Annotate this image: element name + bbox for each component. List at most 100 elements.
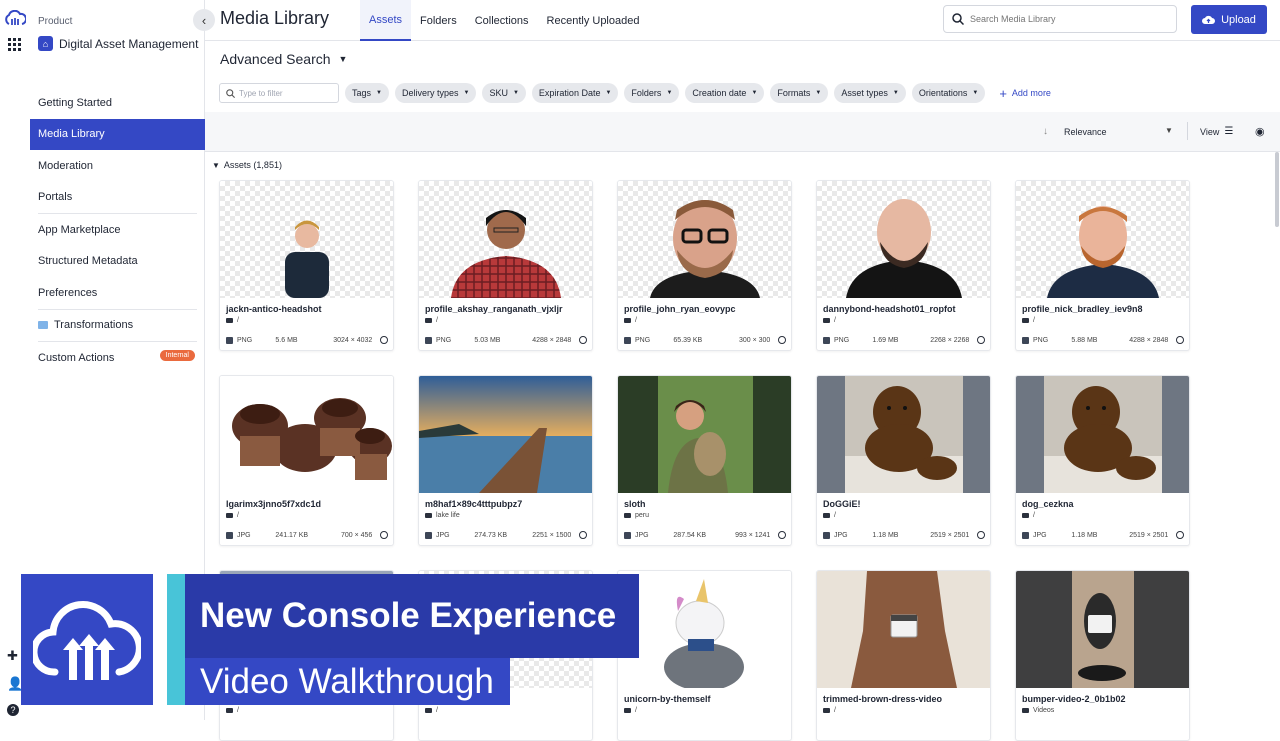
tabs: Assets Folders Collections Recently Uplo… — [360, 0, 648, 41]
asset-card[interactable]: jackn-antico-headshot / PNG 5.6 MB 3024 × … — [219, 180, 394, 351]
caret-down-icon: ▼ — [212, 160, 220, 170]
caret-down-icon: ▼ — [512, 90, 519, 96]
filter-chip-folders[interactable]: Folders ▼ — [624, 83, 680, 103]
folder-icon — [1022, 708, 1029, 713]
asset-meta: PNG 5.03 MB 4288 × 2848 — [425, 336, 588, 344]
sidebar-item-moderation[interactable]: Moderation — [30, 150, 205, 182]
asset-name: m8haf1×89c4tttpubpz7 — [425, 499, 523, 509]
cloudinary-logo — [21, 574, 153, 705]
asset-card[interactable]: sloth peru JPG 287.54 KB 993 × 1241 — [617, 375, 792, 546]
sidebar-item-custom-actions[interactable]: Custom Actions Internal — [30, 342, 205, 374]
globe-icon — [778, 531, 787, 539]
assets-section-header[interactable]: ▼ Assets (1,851) — [212, 160, 282, 170]
filter-placeholder: Type to filter — [239, 88, 283, 98]
filter-chip-orientations[interactable]: Orientations ▼ — [911, 83, 986, 103]
asset-folder: / — [226, 707, 239, 714]
sort-direction-icon[interactable]: ↓ — [1043, 126, 1048, 137]
filter-input[interactable]: Type to filter — [219, 83, 339, 103]
asset-folder: / — [624, 317, 637, 324]
view-toggle[interactable]: View ☰ — [1200, 126, 1233, 137]
collapse-sidebar-button[interactable]: ‹ — [193, 9, 215, 31]
asset-card[interactable]: bumper-video-2_0b1b02 Videos — [1015, 570, 1190, 741]
asset-card[interactable]: trimmed-brown-dress-video / — [816, 570, 991, 741]
image-icon — [425, 336, 432, 344]
asset-card[interactable]: dog_cezkna / JPG 1.18 MB 2519 × 2501 — [1015, 375, 1190, 546]
sidebar-item-label: Preferences — [38, 286, 98, 299]
asset-card[interactable]: profile_nick_bradley_iev9n8 / PNG 5.88 MB… — [1015, 180, 1190, 351]
search-input[interactable] — [970, 14, 1160, 24]
puzzle-icon[interactable]: ✚ — [7, 648, 18, 664]
asset-name: profile_akshay_ranganath_vjxljr — [425, 304, 563, 314]
asset-thumbnail — [1016, 571, 1189, 688]
sidebar-item-media-library[interactable]: Media Library — [30, 118, 205, 150]
image-icon — [1022, 336, 1029, 344]
tab-collections[interactable]: Collections — [466, 0, 538, 41]
upload-button[interactable]: Upload — [1191, 5, 1267, 34]
help-icon[interactable]: ? — [7, 704, 19, 716]
advanced-search-label: Advanced Search — [220, 51, 331, 67]
tab-recently-uploaded[interactable]: Recently Uploaded — [538, 0, 649, 41]
sidebar-item-portals[interactable]: Portals — [30, 182, 205, 214]
asset-card[interactable]: profile_john_ryan_eovypc / PNG 65.39 KB 30… — [617, 180, 792, 351]
sort-select[interactable]: Relevance — [1064, 127, 1107, 137]
sidebar-item-preferences[interactable]: Preferences — [30, 277, 205, 309]
add-more-filters-button[interactable]: + Add more — [999, 86, 1051, 101]
filter-chip-sku[interactable]: SKU ▼ — [482, 83, 526, 103]
filter-chip-tags[interactable]: Tags ▼ — [345, 83, 389, 103]
globe-icon — [977, 531, 986, 539]
asset-name: dog_cezkna — [1022, 499, 1074, 509]
sidebar-item-getting-started[interactable]: Getting Started — [30, 87, 205, 119]
sidebar-item-structured-metadata[interactable]: Structured Metadata — [30, 246, 205, 278]
asset-card[interactable]: m8haf1×89c4tttpubpz7 lake life JPG 274.73… — [418, 375, 593, 546]
sidebar-item-label: App Marketplace — [38, 223, 121, 236]
asset-card[interactable]: lgarimx3jnno5f7xdc1d / JPG 241.17 KB 700 ×… — [219, 375, 394, 546]
search-icon — [226, 88, 235, 98]
asset-card[interactable]: unicorn-by-themself / — [617, 570, 792, 741]
sidebar-item-label: Moderation — [38, 159, 94, 172]
filter-chip-expiration-date[interactable]: Expiration Date ▼ — [531, 83, 619, 103]
caret-down-icon: ▼ — [338, 54, 348, 64]
folder-icon — [425, 318, 432, 323]
filter-chip-creation-date[interactable]: Creation date ▼ — [685, 83, 765, 103]
asset-card[interactable]: profile_akshay_ranganath_vjxljr / PNG 5.0… — [418, 180, 593, 351]
filter-chip-formats[interactable]: Formats ▼ — [770, 83, 829, 103]
page-title: Media Library — [220, 8, 330, 28]
apps-grid-icon[interactable] — [8, 38, 21, 51]
filter-chip-delivery-types[interactable]: Delivery types ▼ — [394, 83, 477, 103]
transformations-icon — [38, 321, 48, 330]
sidebar-item-app-marketplace[interactable]: App Marketplace — [30, 214, 205, 246]
assets-count: Assets (1,851) — [223, 160, 282, 170]
image-icon — [624, 336, 631, 344]
caret-down-icon: ▼ — [815, 90, 822, 96]
internal-badge: Internal — [159, 350, 195, 361]
filter-chip-asset-types[interactable]: Asset types ▼ — [834, 83, 906, 103]
folder-icon — [425, 513, 432, 518]
scrollbar[interactable] — [1275, 152, 1279, 227]
tab-folders[interactable]: Folders — [411, 0, 466, 41]
banner-subtitle: Video Walkthrough — [185, 658, 510, 705]
asset-meta: PNG 5.6 MB 3024 × 4032 — [226, 336, 389, 344]
asset-name: bumper-video-2_0b1b02 — [1022, 694, 1126, 704]
asset-folder: peru — [624, 512, 649, 519]
product-label: Product — [38, 16, 73, 27]
folder-icon — [226, 513, 233, 518]
sidebar-item-transformations[interactable]: Transformations — [30, 310, 205, 342]
sort-bar: ↓ Relevance ▼ View ☰ ◉ — [205, 112, 1280, 152]
globe-icon — [1176, 336, 1185, 344]
asset-card[interactable]: dannybond-headshot01_ropfot / PNG 1.69 MB… — [816, 180, 991, 351]
globe-icon — [579, 336, 588, 344]
asset-meta: JPG 241.17 KB 700 × 456 — [226, 531, 389, 539]
tab-assets[interactable]: Assets — [360, 0, 412, 41]
caret-down-icon[interactable]: ▼ — [1165, 126, 1173, 135]
image-icon — [624, 531, 631, 539]
advanced-search-toggle[interactable]: Advanced Search ▼ — [220, 51, 347, 67]
caret-down-icon: ▼ — [376, 90, 382, 96]
eye-icon[interactable]: ◉ — [1255, 125, 1265, 138]
globe-icon — [977, 336, 986, 344]
product-switcher[interactable]: ⌂ Digital Asset Management — [38, 36, 198, 51]
caret-down-icon: ▼ — [463, 90, 470, 96]
asset-card[interactable]: DoGGiE! / JPG 1.18 MB 2519 × 2501 — [816, 375, 991, 546]
asset-thumbnail — [618, 376, 791, 493]
header: Media Library Assets Folders Collections… — [205, 0, 1280, 41]
asset-meta: JPG 1.18 MB 2519 × 2501 — [1022, 531, 1185, 539]
